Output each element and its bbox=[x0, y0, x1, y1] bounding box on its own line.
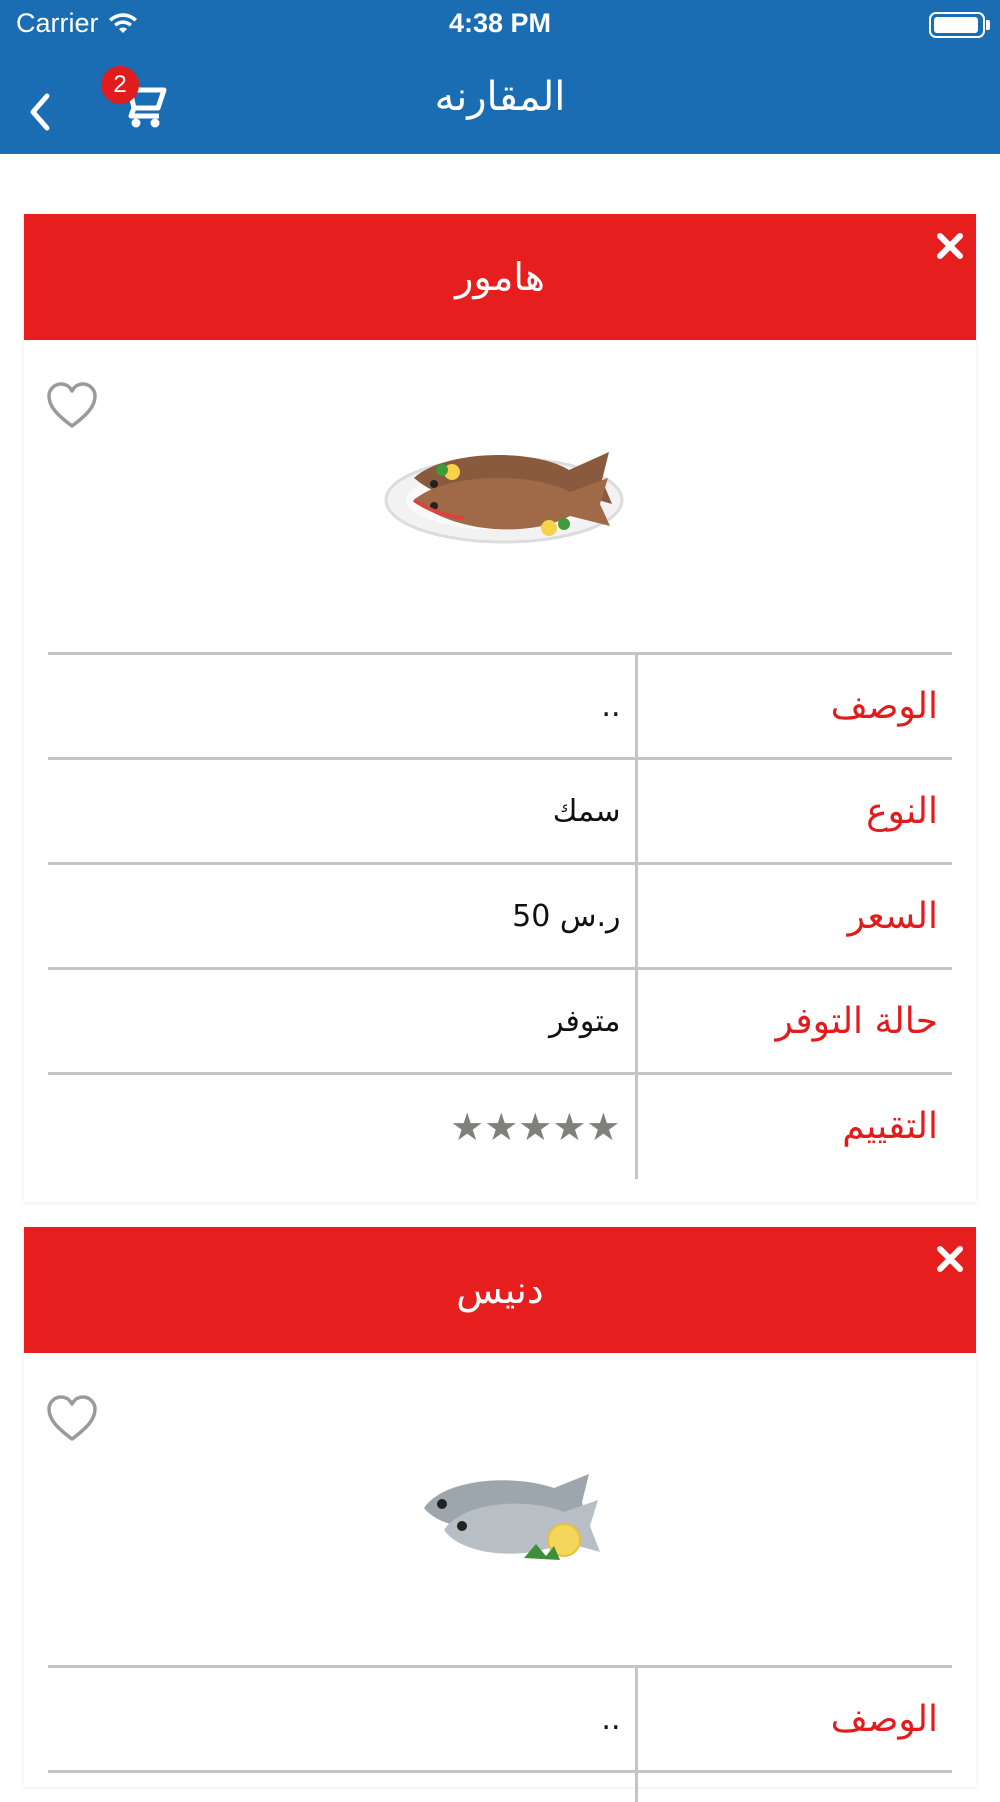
grouper-fish-image bbox=[384, 452, 624, 544]
row-label: حالة التوفر bbox=[634, 967, 952, 1074]
specs-table: الوصف .. bbox=[48, 1665, 952, 1802]
row-label: السعر bbox=[634, 862, 952, 969]
row-value: متوفر bbox=[48, 967, 636, 1074]
product-name: دنيس bbox=[456, 1268, 544, 1312]
battery-icon bbox=[929, 12, 985, 38]
card-body: الوصف .. bbox=[24, 1353, 976, 1802]
product-image bbox=[374, 1413, 634, 1613]
table-row: الوصف .. bbox=[48, 1665, 952, 1772]
table-row: السعر ر.س 50 bbox=[48, 862, 952, 969]
row-value: سمك bbox=[48, 757, 636, 864]
navigation-bar: Carrier 4:38 PM 2 المقارنه bbox=[0, 0, 1000, 154]
row-label bbox=[634, 1770, 952, 1802]
table-row: حالة التوفر متوفر bbox=[48, 967, 952, 1074]
specs-table: الوصف .. النوع سمك السعر ر.س 50 حالة الت… bbox=[48, 652, 952, 1179]
row-label: النوع bbox=[634, 757, 952, 864]
card-body: الوصف .. النوع سمك السعر ر.س 50 حالة الت… bbox=[24, 340, 976, 1202]
table-row bbox=[48, 1770, 952, 1802]
card-header: هامور bbox=[24, 214, 976, 340]
heart-outline-icon bbox=[47, 382, 97, 428]
close-icon bbox=[937, 233, 963, 259]
comparison-card: دنيس الوصف .. bbox=[24, 1227, 976, 1802]
row-value: ر.س 50 bbox=[48, 862, 636, 969]
row-label: الوصف bbox=[634, 652, 952, 759]
card-header: دنيس bbox=[24, 1227, 976, 1353]
remove-button[interactable] bbox=[934, 230, 966, 262]
close-icon bbox=[937, 1246, 963, 1272]
row-value: ★★★★★ bbox=[48, 1072, 636, 1179]
table-row: النوع سمك bbox=[48, 757, 952, 864]
row-value: .. bbox=[48, 1665, 636, 1772]
table-row: الوصف .. bbox=[48, 652, 952, 759]
favorite-button[interactable] bbox=[46, 382, 98, 430]
product-image bbox=[374, 400, 634, 600]
battery-cap bbox=[986, 20, 990, 30]
page-title: المقارنه bbox=[434, 74, 566, 120]
sea-bream-fish-image bbox=[424, 1474, 600, 1560]
status-time: 4:38 PM bbox=[448, 8, 552, 38]
row-label: التقييم bbox=[634, 1072, 952, 1179]
row-label: الوصف bbox=[634, 1665, 952, 1772]
remove-button[interactable] bbox=[934, 1243, 966, 1275]
row-value bbox=[48, 1770, 636, 1802]
table-row: التقييم ★★★★★ bbox=[48, 1072, 952, 1179]
heart-outline-icon bbox=[47, 1395, 97, 1441]
product-name: هامور bbox=[455, 255, 545, 299]
favorite-button[interactable] bbox=[46, 1395, 98, 1443]
row-value: .. bbox=[48, 652, 636, 759]
comparison-card: هامور الوصف .. النوع سمك السعر ر.س 50 حا… bbox=[24, 214, 976, 1202]
star-rating: ★★★★★ bbox=[450, 1104, 621, 1149]
